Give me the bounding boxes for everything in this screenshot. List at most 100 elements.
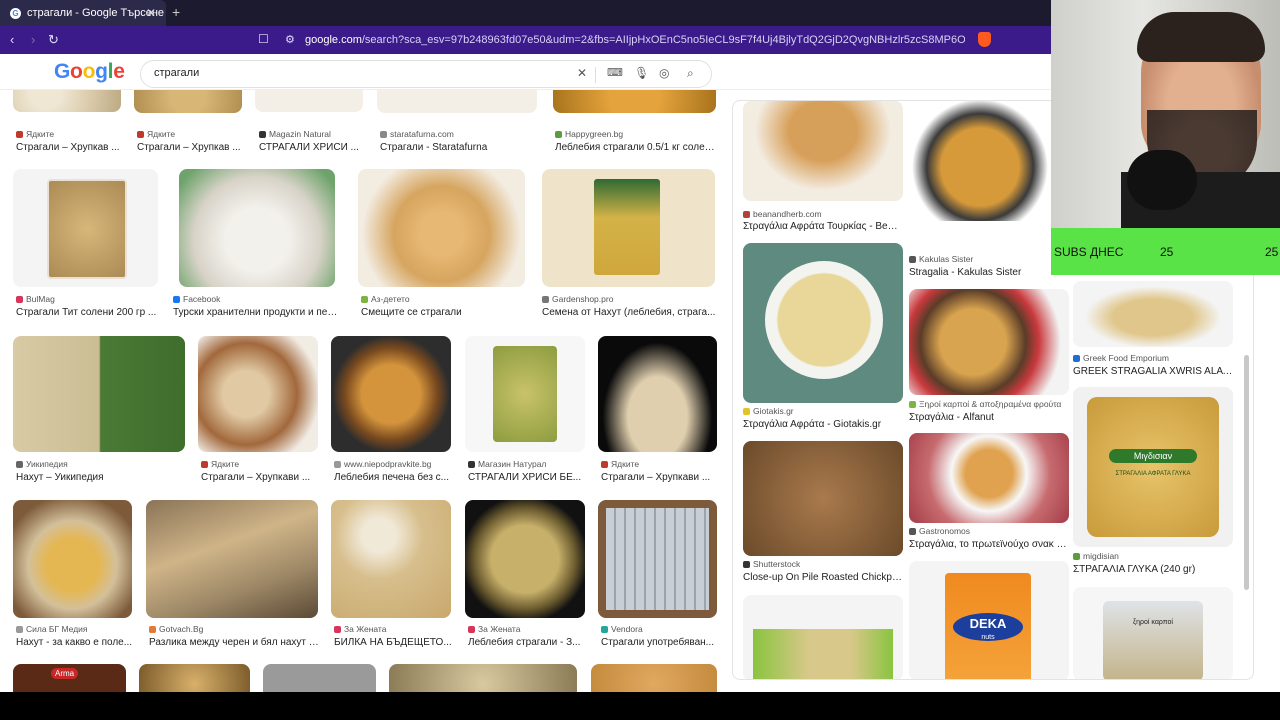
result-image[interactable] [13, 500, 132, 618]
result-caption[interactable]: Страгали – Хрупкав ... [137, 142, 245, 153]
result-image[interactable]: Arma [13, 664, 126, 692]
bookmark-icon[interactable]: ☐ [258, 32, 269, 46]
result-caption[interactable]: Страгали Тит солени 200 гр ... [16, 307, 161, 318]
panel-image[interactable]: ξηροί καρποί [1073, 587, 1233, 679]
panel-image[interactable] [743, 243, 903, 403]
result-image[interactable] [389, 664, 577, 692]
panel-image[interactable] [743, 441, 903, 556]
panel-image[interactable] [1073, 281, 1233, 347]
result-caption[interactable]: Леблебия страгали 0.5/1 кг солен... [555, 142, 717, 153]
result-image[interactable] [598, 336, 717, 452]
result-image[interactable] [542, 169, 715, 287]
deka-brand-label: DEKA [969, 616, 1007, 631]
tab-bar: G страгали - Google Търсене ✕ + [0, 0, 1051, 26]
result-source: Уикипедия [16, 459, 181, 469]
panel-caption[interactable]: Στραγάλια Αφράτα - Giotakis.gr [743, 419, 903, 430]
url-field[interactable]: google.com/search?sca_esv=97b248963fd07e… [305, 34, 965, 46]
result-image[interactable] [179, 169, 335, 287]
browser-tab[interactable]: G страгали - Google Търсене ✕ [0, 0, 166, 26]
panel-image[interactable] [909, 289, 1069, 395]
panel-image[interactable]: Μιγδισιαν ΣΤΡΑΓΑΛΙΑ ΑΦΡΑΤΑ ΓΛΥΚΑ [1073, 387, 1233, 547]
panel-caption[interactable]: GREEK STRAGALIA XWRIS ALAT... [1073, 366, 1233, 377]
brave-shield-icon[interactable] [978, 32, 991, 47]
panel-caption[interactable]: Στραγάλια, το πρωτεϊνούχο σνακ κ... [909, 539, 1069, 550]
migdisian-sub-label: ΣΤΡΑΓΑΛΙΑ ΑΦΡΑΤΑ ΓΛΥΚΑ [1115, 471, 1191, 477]
google-logo[interactable]: Google [54, 60, 125, 84]
reload-icon[interactable]: ↻ [48, 32, 59, 48]
panel-image[interactable] [743, 101, 903, 201]
subs-value-secondary: 25 [1265, 245, 1279, 259]
result-image[interactable] [139, 664, 250, 692]
result-caption[interactable]: БИЛКА НА БЪДЕЩЕТО... [334, 637, 452, 648]
result-source: Vendora [601, 624, 717, 634]
result-source: www.niepodpravkite.bg [334, 459, 452, 469]
back-icon[interactable]: ‹ [10, 32, 14, 47]
result-caption[interactable]: Смещите се страгали [361, 307, 526, 318]
panel-source: migdisian [1073, 551, 1233, 561]
search-input[interactable]: страгали [154, 67, 199, 79]
result-image[interactable] [263, 664, 376, 692]
result-caption[interactable]: Леблебия печена без с... [334, 472, 452, 483]
result-image[interactable] [198, 336, 318, 452]
taskbar [0, 692, 1280, 720]
result-image[interactable] [134, 90, 242, 113]
deka-sub-label: nuts [981, 634, 995, 641]
result-image[interactable] [13, 90, 121, 112]
result-image[interactable] [465, 336, 585, 452]
result-source: Ядките [601, 459, 717, 469]
result-caption[interactable]: Страгали – Хрупкави ... [601, 472, 718, 483]
microphone-icon[interactable]: 🎙 [634, 66, 649, 80]
site-info-icon[interactable]: ⚙ [285, 33, 295, 46]
panel-image[interactable] [743, 595, 903, 679]
result-caption[interactable]: Семена от Нахут (леблебия, страга... [542, 307, 716, 318]
result-image[interactable] [146, 500, 318, 618]
result-source: Магазин Натурал [468, 459, 586, 469]
result-image[interactable] [331, 500, 451, 618]
panel-source: beanandherb.com [743, 209, 903, 219]
panel-image[interactable] [909, 101, 1051, 221]
panel-source: Ξηροί καρποί & αποξηραμένα φρούτα [909, 399, 1069, 409]
result-image[interactable] [465, 500, 585, 618]
result-image[interactable] [358, 169, 525, 287]
result-caption[interactable]: СТРАГАЛИ ХРИСИ ... [259, 142, 369, 153]
panel-image[interactable] [909, 433, 1069, 523]
result-caption[interactable]: Нахут - за какво е поле... [16, 637, 134, 648]
address-bar: ‹ › ↻ ☐ ⚙ google.com/search?sca_esv=97b2… [0, 26, 1051, 54]
result-caption[interactable]: СТРАГАЛИ ХРИСИ БЕ... [468, 472, 586, 483]
page-margin [1256, 275, 1280, 692]
result-image[interactable] [331, 336, 451, 452]
panel-image[interactable]: DEKA nuts [909, 561, 1069, 679]
new-tab-icon[interactable]: + [172, 4, 180, 20]
result-image[interactable] [13, 169, 158, 287]
result-caption[interactable]: Страгали - Staratafurna [380, 142, 540, 153]
search-box[interactable]: страгали ✕ ⌨ 🎙 ◎ ⌕ [140, 60, 712, 88]
result-image[interactable] [377, 90, 537, 113]
clear-icon[interactable]: ✕ [577, 66, 587, 80]
result-caption[interactable]: Страгали употребяван... [601, 637, 718, 648]
panel-caption[interactable]: Στραγάλια - Alfanut [909, 412, 1069, 423]
result-caption[interactable]: Леблебия страгали - З... [468, 637, 586, 648]
result-image[interactable] [553, 90, 716, 113]
forward-icon[interactable]: › [31, 32, 35, 47]
result-image[interactable] [591, 664, 717, 692]
keyboard-icon[interactable]: ⌨ [607, 66, 623, 79]
panel-caption[interactable]: Stragalia - Kakulas Sister [909, 267, 1051, 278]
url-path: /search?sca_esv=97b248963fd07e50&udm=2&f… [361, 34, 965, 46]
result-image[interactable] [13, 336, 185, 452]
lens-icon[interactable]: ◎ [659, 66, 669, 80]
result-caption[interactable]: Страгали – Хрупкави ... [201, 472, 318, 483]
panel-source: Gastronomos [909, 526, 1069, 536]
result-caption[interactable]: Нахут – Уикипедия [16, 472, 186, 483]
subs-value: 25 [1160, 245, 1174, 259]
panel-caption[interactable]: Στραγάλια Αφράτα Τουρκίας - Bean... [743, 221, 903, 232]
result-caption[interactable]: Турски хранителни продукти и пери... [173, 307, 341, 318]
result-image[interactable] [598, 500, 717, 618]
result-image[interactable] [255, 90, 363, 112]
search-icon[interactable]: ⌕ [687, 66, 694, 81]
panel-caption[interactable]: ΣΤΡΑΓΑΛΙΑ ΓΛΥΚΑ (240 gr) [1073, 564, 1233, 575]
result-caption[interactable]: Разлика между черен и бял нахут | ... [149, 637, 321, 648]
panel-scrollbar[interactable] [1244, 355, 1249, 590]
result-caption[interactable]: Страгали – Хрупкав ... [16, 142, 128, 153]
close-tab-icon[interactable]: ✕ [146, 6, 156, 20]
panel-caption[interactable]: Close-up On Pile Roasted Chickpe... [743, 572, 903, 583]
